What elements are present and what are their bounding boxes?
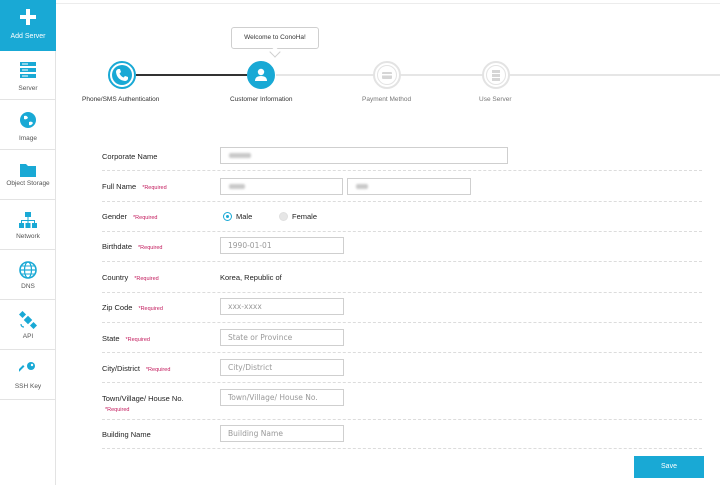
birthdate-label: Birthdate *Required	[102, 242, 163, 251]
key-icon	[19, 362, 35, 373]
sidebar-item-label: API	[22, 333, 34, 340]
zip-code-label-text: Zip Code	[102, 303, 133, 312]
country-value: Korea, Republic of	[220, 273, 282, 282]
top-divider	[56, 3, 720, 4]
birthdate-input[interactable]: 1990-01-01	[220, 237, 344, 254]
building-name-label: Building Name	[102, 430, 151, 439]
step-connector-done	[136, 74, 247, 76]
phone-icon	[116, 69, 128, 81]
sidebar-item-label: Server	[18, 85, 38, 92]
required-tag: *Required	[105, 407, 130, 413]
required-tag: *Required	[125, 337, 150, 343]
credit-card-icon	[382, 72, 392, 79]
gender-label: Gender *Required	[102, 212, 158, 221]
form-row-divider	[102, 419, 702, 420]
sidebar-item-label: Image	[18, 135, 38, 142]
state-input[interactable]: State or Province	[220, 329, 344, 346]
step-label-payment-method: Payment Method	[362, 96, 412, 103]
birthdate-label-text: Birthdate	[102, 242, 133, 251]
town-label: Town/Village/ House No.	[102, 394, 184, 403]
first-name-input[interactable]	[220, 178, 343, 195]
required-tag: *Required	[138, 306, 163, 312]
sidebar-item-label: SSH Key	[14, 383, 42, 390]
sidebar-item-label: Network	[16, 233, 40, 240]
server-stack-icon	[492, 70, 500, 81]
required-tag: *Required	[145, 367, 171, 373]
form-row-divider	[102, 382, 702, 383]
step-label-use-server: Use Server	[479, 96, 512, 103]
save-button[interactable]: Save	[634, 456, 704, 478]
sidebar-item-api[interactable]: API	[0, 301, 56, 350]
network-icon	[19, 212, 37, 228]
city-label-text: City/District	[102, 364, 140, 373]
sidebar-item-dns[interactable]: DNS	[0, 251, 56, 300]
form-row-divider	[102, 201, 702, 202]
sidebar-item-server[interactable]: Server	[0, 51, 56, 100]
required-tag: *Required	[142, 185, 167, 191]
gender-male-label: Male	[236, 212, 253, 221]
add-server-button[interactable]: Add Server	[0, 0, 56, 51]
gender-male-radio[interactable]	[223, 212, 232, 221]
form-row-divider	[102, 352, 702, 353]
step-label-phone-sms: Phone/SMS Authentication	[82, 96, 160, 103]
sidebar-item-label: Object Storage	[6, 180, 50, 187]
sidebar-item-label: DNS	[21, 283, 35, 290]
welcome-tooltip: Welcome to ConoHa!	[231, 27, 319, 49]
step-phone-sms	[108, 61, 136, 89]
user-icon	[255, 68, 267, 81]
globe-icon	[20, 112, 36, 128]
folder-icon	[20, 164, 36, 177]
step-label-customer-info: Customer Information	[230, 96, 293, 103]
gender-label-text: Gender	[102, 212, 128, 221]
sidebar-item-image[interactable]: Image	[0, 101, 56, 150]
city-input[interactable]: City/District	[220, 359, 344, 376]
plus-icon	[20, 9, 36, 25]
country-label-text: Country	[102, 273, 129, 282]
required-tag: *Required	[134, 276, 159, 282]
state-label-text: State	[102, 334, 120, 343]
form-row-divider	[102, 292, 702, 293]
building-name-input[interactable]: Building Name	[220, 425, 344, 442]
add-server-label: Add Server	[10, 33, 46, 40]
corporate-name-input[interactable]	[220, 147, 508, 164]
state-label: State *Required	[102, 334, 150, 343]
required-tag: *Required	[138, 245, 163, 251]
country-label: Country *Required	[102, 273, 159, 282]
zip-code-input[interactable]: xxx-xxxx	[220, 298, 344, 315]
full-name-label-text: Full Name	[102, 182, 137, 191]
gender-female-radio[interactable]	[279, 212, 288, 221]
sidebar: Add Server Server Image Object Storage N…	[0, 0, 56, 485]
step-payment-method	[373, 61, 401, 89]
form-row-divider	[102, 231, 702, 232]
city-label: City/District *Required	[102, 364, 170, 373]
required-tag: *Required	[133, 215, 158, 221]
last-name-input[interactable]	[347, 178, 471, 195]
step-use-server	[482, 61, 510, 89]
step-customer-info	[247, 61, 275, 89]
satellite-icon	[19, 311, 37, 329]
form-row-divider	[102, 322, 702, 323]
corporate-name-label: Corporate Name	[102, 152, 158, 161]
zip-code-label: Zip Code *Required	[102, 303, 163, 312]
sidebar-item-network[interactable]: Network	[0, 201, 56, 250]
full-name-label: Full Name *Required	[102, 182, 167, 191]
gender-female-label: Female	[292, 212, 318, 221]
globe-grid-icon	[19, 261, 37, 279]
form-row-divider	[102, 448, 702, 449]
form-row-divider	[102, 261, 702, 262]
sidebar-item-object-storage[interactable]: Object Storage	[0, 151, 56, 200]
town-input[interactable]: Town/Village/ House No.	[220, 389, 344, 406]
server-icon	[20, 62, 36, 78]
sidebar-item-ssh-key[interactable]: SSH Key	[0, 351, 56, 400]
form-row-divider	[102, 170, 702, 171]
